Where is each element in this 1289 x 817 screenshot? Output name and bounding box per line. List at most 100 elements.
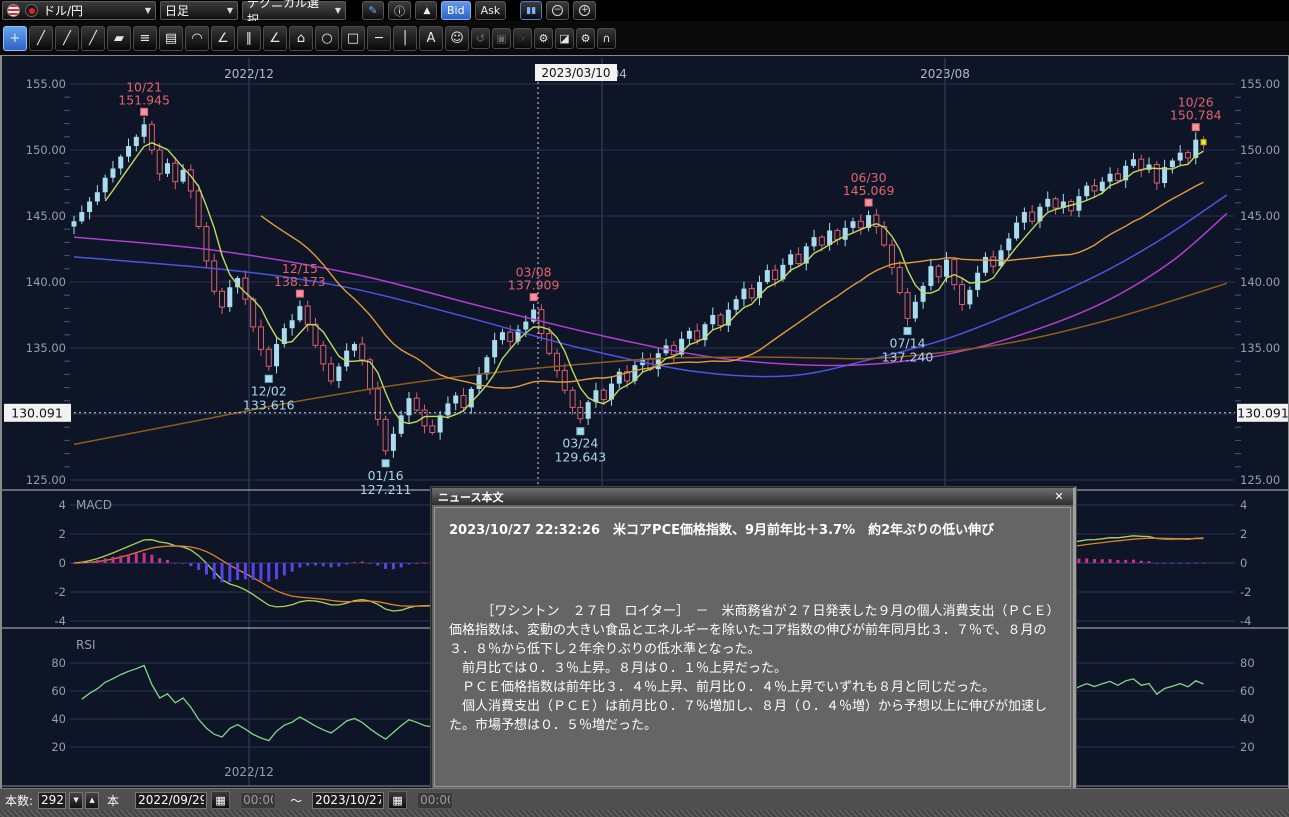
- vertical-segment-tool-icon: │: [401, 31, 409, 46]
- pentagon-tool-button[interactable]: ⌂: [289, 26, 313, 51]
- trendline2-tool-button[interactable]: ╱: [55, 26, 79, 51]
- drawing-toolbar: + ╱ ╱ ╱ ▰ ≡ ▤◠ ∠ ∥ ∠ ⌂○ □ ─ │ A ☺ ↺▣ ☞ ⚙ ◪ ⚙ ∩: [0, 21, 1289, 56]
- fan-lines2-tool-button[interactable]: ∠: [263, 26, 287, 51]
- ask-button[interactable]: Ask: [475, 1, 507, 20]
- news-popup: ニュース本文 ✕ 2023/10/27 22:32:26 米コアPCE価格指数、…: [431, 487, 1076, 790]
- chevron-down-icon: ▼: [145, 6, 151, 15]
- candle-chart-type-button[interactable]: ▮▮: [520, 1, 542, 20]
- svg-text:-2: -2: [1240, 585, 1251, 599]
- interval-dropdown[interactable]: 日足 ▼: [160, 1, 238, 20]
- copy-tool-button[interactable]: ▣: [492, 28, 511, 49]
- svg-text:125.00: 125.00: [1240, 473, 1280, 487]
- news-popup-titlebar[interactable]: ニュース本文 ✕: [432, 488, 1073, 505]
- bar-count-input[interactable]: [38, 792, 66, 809]
- horizontal-lines-tool-icon: ≡: [140, 31, 151, 46]
- settings-list-tool-button[interactable]: ⚙: [576, 28, 595, 49]
- icon-stamp-tool-icon: ☺: [450, 31, 464, 46]
- time-from-input: [240, 792, 276, 809]
- svg-text:20: 20: [51, 740, 66, 754]
- pencil-icon: ✎: [368, 4, 377, 17]
- technical-select-button[interactable]: テクニカル選択 ▼: [242, 1, 346, 20]
- fan-lines-tool-button[interactable]: ∠: [211, 26, 235, 51]
- zoom-in-button[interactable]: +: [573, 1, 596, 20]
- wrench-tool-icon: ⚙: [539, 32, 549, 45]
- news-popup-content: 2023/10/27 22:32:26 米コアPCE価格指数、9月前年比＋3.7…: [434, 507, 1071, 787]
- zoom-out-button[interactable]: −: [546, 1, 569, 20]
- svg-text:80: 80: [51, 656, 66, 670]
- zoom-in-icon: +: [579, 5, 590, 16]
- news-body: ［ワシントン ２７日 ロイター］ － 米商務省が２７日発表した９月の個人消費支出…: [449, 602, 1056, 735]
- date-from-calendar-button[interactable]: ▦: [211, 791, 230, 809]
- rectangle-tool-icon: □: [347, 31, 359, 46]
- trendline1-tool-icon: ╱: [37, 31, 45, 46]
- trendline3-tool-button[interactable]: ╱: [81, 26, 105, 51]
- resize-grip-strip[interactable]: [0, 810, 1289, 817]
- svg-text:137.909: 137.909: [508, 278, 560, 293]
- vertical-lines-tool-button[interactable]: ∥: [237, 26, 261, 51]
- horizontal-lines-tool-button[interactable]: ≡: [133, 26, 157, 51]
- fx-chart-app: { "toolbar": { "currency_pair": "ドル/円", …: [0, 0, 1289, 817]
- svg-text:-4: -4: [1240, 614, 1251, 628]
- magnet-tool-icon: ∩: [602, 32, 610, 45]
- svg-text:150.00: 150.00: [26, 143, 66, 157]
- circle-tool-button[interactable]: ○: [315, 26, 339, 51]
- svg-text:-4: -4: [55, 614, 66, 628]
- svg-text:0: 0: [59, 556, 66, 570]
- settings-list-tool-icon: ⚙: [581, 32, 591, 45]
- svg-text:135.00: 135.00: [26, 341, 66, 355]
- bottom-bar: 本数: ▼ ▲ 本 ▦ ～ ▦: [0, 788, 1289, 817]
- horizontal-lines-dense-tool-button[interactable]: ▤: [159, 26, 183, 51]
- interval-label: 日足: [165, 2, 189, 19]
- bar-count-label: 本数:: [5, 792, 33, 809]
- currency-pair-dropdown[interactable]: ドル/円 ▼: [2, 1, 156, 20]
- svg-text:155.00: 155.00: [26, 77, 66, 91]
- magnet-tool-button[interactable]: ∩: [597, 28, 616, 49]
- pan-hand-tool-button[interactable]: ☞: [513, 28, 532, 49]
- horizontal-segment-tool-button[interactable]: ─: [367, 26, 391, 51]
- bar-count-increment-button[interactable]: ▲: [85, 792, 99, 809]
- bid-label: Bid: [447, 4, 465, 17]
- svg-text:127.211: 127.211: [360, 482, 412, 497]
- chevron-down-icon: ▼: [335, 6, 341, 15]
- history-undo-tool-button[interactable]: ↺: [471, 28, 490, 49]
- news-paragraph: ＰＣＥ価格指数は前年比３．４％上昇、前月比０．４％上昇でいずれも８月と同じだった…: [449, 678, 1056, 697]
- wrench-tool-button[interactable]: ⚙: [534, 28, 553, 49]
- svg-text:20: 20: [1240, 740, 1255, 754]
- eraser-tool-button[interactable]: ◪: [555, 28, 574, 49]
- svg-text:MACD: MACD: [76, 498, 112, 512]
- fibonacci-arc-tool-button[interactable]: ◠: [185, 26, 209, 51]
- svg-text:80: 80: [1240, 656, 1255, 670]
- spinner-up-icon: ▲: [89, 796, 94, 804]
- info-button[interactable]: ⓘ: [388, 1, 411, 20]
- svg-text:60: 60: [1240, 684, 1255, 698]
- draw-pencil-button[interactable]: ✎: [362, 1, 384, 20]
- icon-stamp-tool-button[interactable]: ☺: [445, 26, 469, 51]
- pan-hand-tool-icon: ☞: [518, 32, 528, 45]
- mountain-icon: ▲: [424, 6, 429, 16]
- area-chart-button[interactable]: ▲: [415, 1, 437, 20]
- vertical-segment-tool-button[interactable]: │: [393, 26, 417, 51]
- svg-text:01/16: 01/16: [368, 468, 404, 483]
- svg-text:140.00: 140.00: [26, 275, 66, 289]
- calendar-icon: ▦: [392, 794, 402, 807]
- svg-text:140.00: 140.00: [1240, 275, 1280, 289]
- text-tool-icon: A: [427, 31, 436, 46]
- bar-count-decrement-button[interactable]: ▼: [69, 792, 83, 809]
- trendline3-tool-icon: ╱: [89, 31, 97, 46]
- trendline1-tool-button[interactable]: ╱: [29, 26, 53, 51]
- info-icon: ⓘ: [394, 3, 405, 19]
- date-to-input[interactable]: [312, 792, 384, 809]
- date-from-input[interactable]: [135, 792, 207, 809]
- svg-text:-2: -2: [55, 585, 66, 599]
- bid-button[interactable]: Bid: [441, 1, 471, 20]
- crosshair-tool-button[interactable]: +: [3, 26, 27, 51]
- news-paragraph: 個人消費支出（ＰＣＥ）は前月比０．７％増加し、８月（０．４％増）から予想以上に伸…: [449, 697, 1056, 735]
- measure-tool-button[interactable]: ▰: [107, 26, 131, 51]
- fan-lines2-tool-icon: ∠: [269, 31, 281, 46]
- text-tool-button[interactable]: A: [419, 26, 443, 51]
- rectangle-tool-button[interactable]: □: [341, 26, 365, 51]
- svg-text:07/14: 07/14: [890, 335, 926, 350]
- close-icon[interactable]: ✕: [1051, 490, 1067, 503]
- fan-lines-tool-icon: ∠: [217, 31, 229, 46]
- date-to-calendar-button[interactable]: ▦: [388, 791, 407, 809]
